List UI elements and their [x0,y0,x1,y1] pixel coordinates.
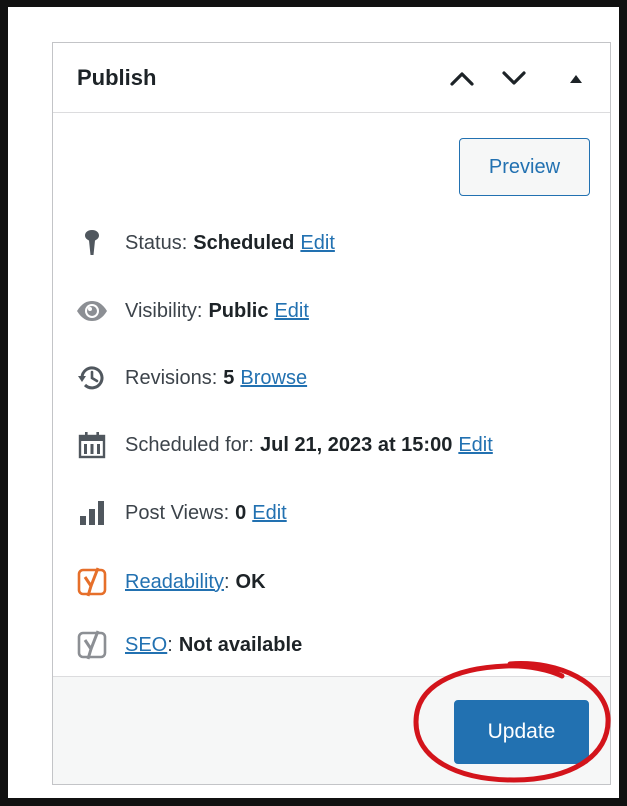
move-down-button[interactable] [499,63,529,93]
calendar-icon [75,428,109,462]
visibility-row: Visibility: Public Edit [75,294,309,328]
preview-button[interactable]: Preview [459,138,590,196]
pin-icon [75,226,109,260]
seo-row: SEO: Not available [75,628,302,662]
readability-value: OK [235,570,266,593]
triangle-up-icon [570,75,582,83]
post-views-label: Post Views: [125,501,230,524]
status-edit-link[interactable]: Edit [300,232,334,255]
scheduled-value: Jul 21, 2023 at 15:00 [259,433,453,456]
status-row: Status: Scheduled Edit [75,226,335,260]
scheduled-label: Scheduled for: [125,433,254,456]
post-views-value: 0 [235,501,247,524]
chevron-up-icon [450,72,474,86]
metabox-title: Publish [77,65,157,90]
update-button[interactable]: Update [454,700,589,764]
publish-metabox: Publish Preview Status: Scheduled Edit V… [52,42,611,785]
move-up-button[interactable] [447,63,477,93]
chevron-down-icon [502,71,526,85]
yoast-seo-icon [75,628,109,662]
bar-chart-icon [75,496,109,530]
revisions-label: Revisions: [125,366,218,389]
seo-link[interactable]: SEO [125,634,167,657]
history-icon [75,361,109,395]
post-views-edit-link[interactable]: Edit [252,502,286,525]
yoast-readability-icon [75,565,109,599]
readability-link[interactable]: Readability [125,571,224,594]
readability-row: Readability: OK [75,565,266,599]
seo-value: Not available [178,633,303,656]
revisions-row: Revisions: 5 Browse [75,361,307,395]
metabox-header: Publish [53,43,610,113]
post-views-row: Post Views: 0 Edit [75,496,287,530]
visibility-value: Public [208,299,269,322]
scheduled-row: Scheduled for: Jul 21, 2023 at 15:00 Edi… [75,428,493,462]
eye-icon [75,294,109,328]
readability-colon: : [223,570,230,593]
visibility-edit-link[interactable]: Edit [274,300,308,323]
toggle-panel-button[interactable] [561,63,591,93]
scheduled-edit-link[interactable]: Edit [458,434,492,457]
screenshot-frame: Publish Preview Status: Scheduled Edit V… [0,0,627,806]
status-label: Status: [125,231,188,254]
revisions-browse-link[interactable]: Browse [240,367,307,390]
seo-colon: : [167,633,173,656]
visibility-label: Visibility: [125,299,203,322]
status-value: Scheduled [193,231,295,254]
revisions-value: 5 [223,366,235,389]
